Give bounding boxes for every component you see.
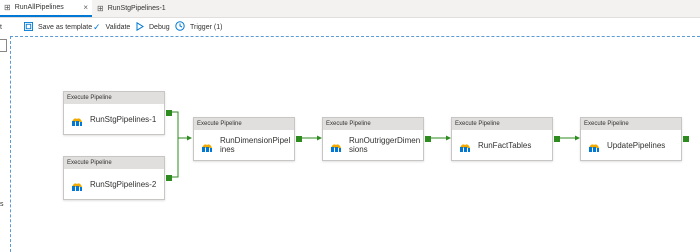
activity-run-fact-tables[interactable]: Execute Pipeline RunFactTables xyxy=(451,117,560,161)
activity-type: Execute Pipeline xyxy=(452,118,552,130)
activity-name: UpdatePipelines xyxy=(607,140,666,150)
success-output-port[interactable] xyxy=(554,136,560,142)
activity-type: Execute Pipeline xyxy=(581,118,681,130)
activity-run-dimension-pipelines[interactable]: Execute Pipeline RunDimensionPipelines xyxy=(193,117,302,161)
activity-name: RunStgPipelines-2 xyxy=(90,179,157,189)
activity-type: Execute Pipeline xyxy=(323,118,423,130)
activity-type: Execute Pipeline xyxy=(64,92,164,104)
link-stg1-to-dimension xyxy=(170,111,192,141)
activity-type: Execute Pipeline xyxy=(64,157,164,169)
activity-name: RunDimensionPipelines xyxy=(220,136,291,154)
success-output-port[interactable] xyxy=(296,136,302,142)
activity-name: RunOutriggerDimensions xyxy=(349,136,421,154)
activity-run-stg-pipelines-2[interactable]: Execute Pipeline RunStgPipelines-2 xyxy=(63,156,172,200)
activity-run-outrigger-dimensions[interactable]: Execute Pipeline RunOutriggerDimensions xyxy=(322,117,431,161)
execute-pipeline-icon xyxy=(72,183,82,191)
activity-type: Execute Pipeline xyxy=(194,118,294,130)
execute-pipeline-icon xyxy=(331,144,341,152)
activity-name: RunFactTables xyxy=(478,140,532,150)
activity-run-stg-pipelines-1[interactable]: Execute Pipeline RunStgPipelines-1 xyxy=(63,91,172,135)
execute-pipeline-icon xyxy=(589,144,599,152)
success-output-port[interactable] xyxy=(425,136,431,142)
execute-pipeline-icon xyxy=(202,144,212,152)
execute-pipeline-icon xyxy=(72,118,82,126)
success-output-port[interactable] xyxy=(166,110,172,116)
success-output-port[interactable] xyxy=(166,175,172,181)
execute-pipeline-icon xyxy=(460,144,470,152)
link-stg2-to-dimension xyxy=(170,137,191,178)
success-output-port[interactable] xyxy=(683,136,689,142)
activity-update-pipelines[interactable]: Execute Pipeline UpdatePipelines xyxy=(580,117,689,161)
activity-name: RunStgPipelines-1 xyxy=(90,114,157,124)
